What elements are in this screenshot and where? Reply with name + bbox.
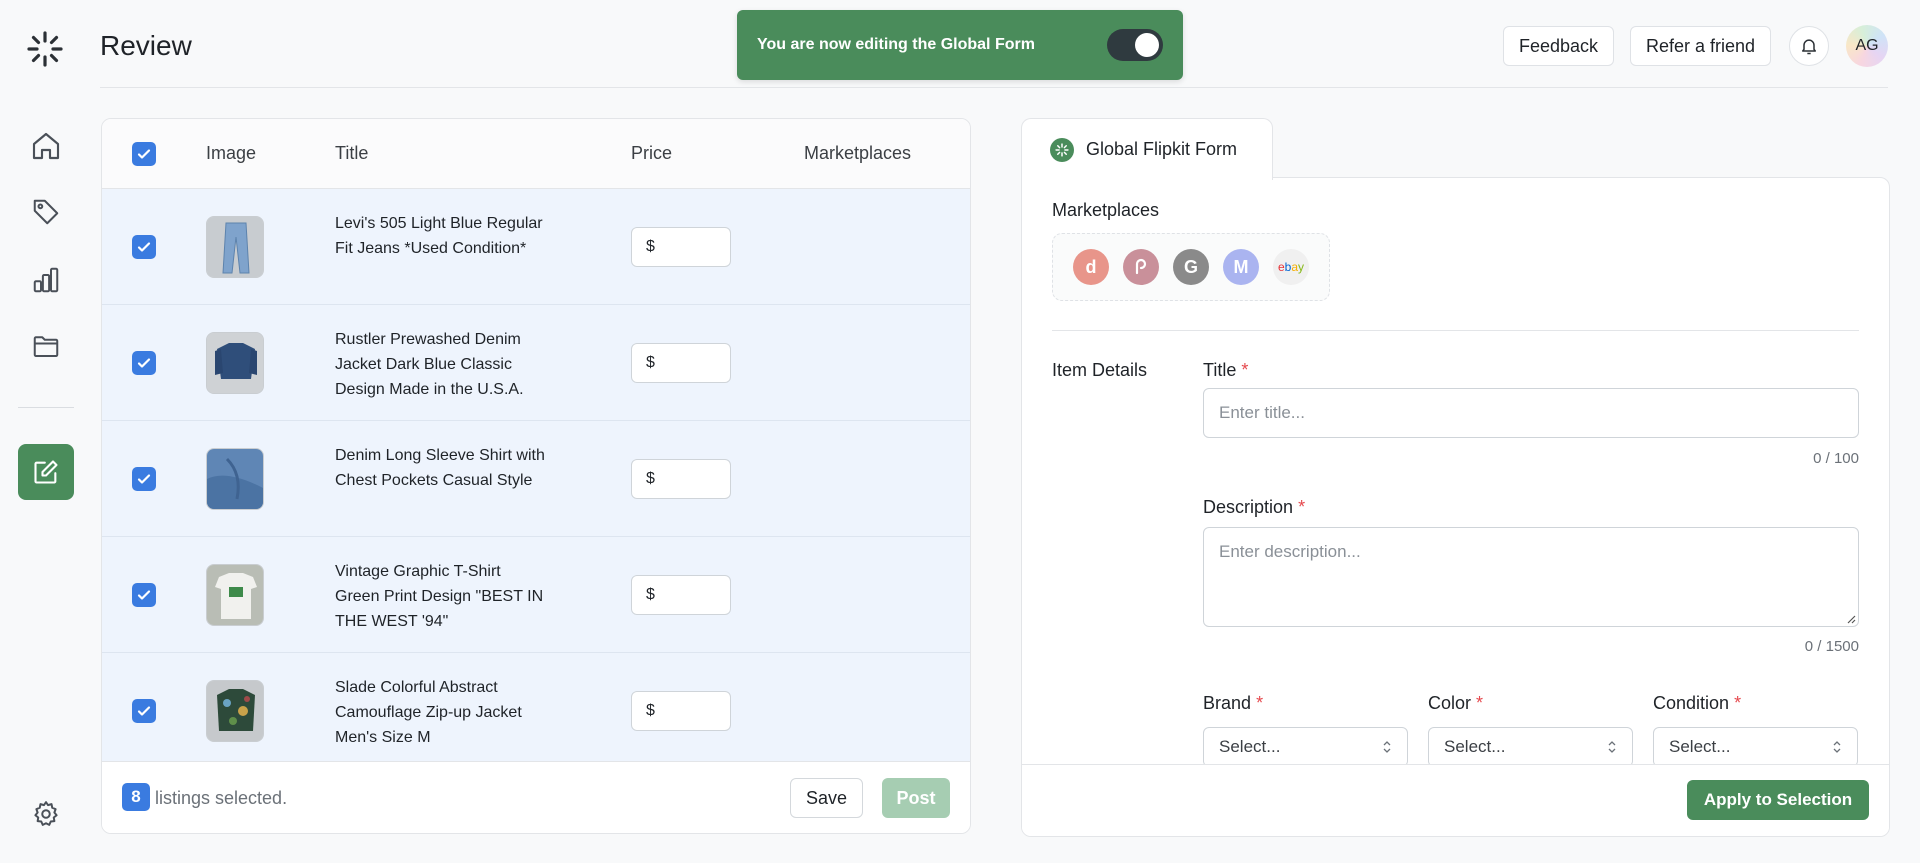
description-counter: 0 / 1500 — [1804, 638, 1859, 655]
marketplace-selector: d G M ebay — [1052, 233, 1330, 301]
global-form-toggle[interactable] — [1107, 29, 1163, 61]
global-form-panel: Marketplaces d G M ebay Item Details Tit… — [1021, 177, 1890, 837]
depop-icon[interactable]: d — [1073, 249, 1109, 285]
row-checkbox[interactable] — [132, 583, 156, 607]
table-row[interactable]: Rustler Prewashed Denim Jacket Dark Blue… — [102, 305, 970, 421]
row-title: Denim Long Sleeve Shirt with Chest Pocke… — [335, 447, 545, 489]
select-all-checkbox[interactable] — [132, 142, 156, 166]
currency-symbol: $ — [646, 702, 655, 719]
folder-icon[interactable] — [28, 328, 64, 364]
tab-global-flipkit-form[interactable]: Global Flipkit Form — [1021, 118, 1273, 180]
ebay-icon[interactable]: ebay — [1273, 249, 1309, 285]
title-counter: 0 / 100 — [1813, 450, 1859, 467]
home-icon[interactable] — [28, 128, 64, 164]
chevron-updown-icon — [1608, 741, 1616, 753]
save-button[interactable]: Save — [790, 778, 863, 818]
app-logo-icon[interactable] — [26, 30, 64, 68]
post-button[interactable]: Post — [882, 778, 950, 818]
description-input[interactable]: Enter description... — [1203, 527, 1859, 627]
bar-chart-icon[interactable] — [28, 262, 64, 298]
selected-text: listings selected. — [155, 788, 288, 808]
table-header: Image Title Price Marketplaces — [102, 119, 970, 189]
price-input[interactable]: $ — [631, 575, 731, 615]
color-select[interactable]: Select... — [1428, 727, 1633, 767]
condition-label: Condition * — [1653, 693, 1742, 713]
avatar[interactable]: AG — [1846, 25, 1888, 67]
condition-select[interactable]: Select... — [1653, 727, 1858, 767]
global-form-toast: You are now editing the Global Form — [737, 10, 1183, 80]
marketplaces-label: Marketplaces — [1052, 200, 1160, 220]
description-label: Description * — [1203, 497, 1306, 517]
row-checkbox[interactable] — [132, 235, 156, 259]
title-label: Title * — [1203, 360, 1249, 380]
price-input[interactable]: $ — [631, 459, 731, 499]
table-row[interactable]: Slade Colorful Abstract Camouflage Zip-u… — [102, 653, 970, 769]
price-input[interactable]: $ — [631, 343, 731, 383]
listings-panel: Image Title Price Marketplaces Levi's 50… — [101, 118, 971, 834]
currency-symbol: $ — [646, 470, 655, 487]
row-title: Rustler Prewashed Denim Jacket Dark Blue… — [335, 331, 524, 398]
page-title: Review — [100, 30, 192, 61]
product-image — [206, 332, 264, 394]
chevron-updown-icon — [1833, 741, 1841, 753]
header-divider — [100, 87, 1888, 88]
table-row[interactable]: Levi's 505 Light Blue Regular Fit Jeans … — [102, 189, 970, 305]
mercari-icon[interactable]: M — [1223, 249, 1259, 285]
product-image — [206, 564, 264, 626]
currency-symbol: $ — [646, 586, 655, 603]
currency-symbol: $ — [646, 354, 655, 371]
row-checkbox[interactable] — [132, 699, 156, 723]
toast-text: You are now editing the Global Form — [757, 36, 1035, 53]
refer-friend-button[interactable]: Refer a friend — [1630, 26, 1772, 66]
bell-icon[interactable] — [1789, 26, 1829, 66]
toggle-knob — [1135, 33, 1159, 57]
form-divider — [1052, 330, 1859, 331]
row-title: Slade Colorful Abstract Camouflage Zip-u… — [335, 679, 522, 746]
color-label: Color * — [1428, 693, 1484, 713]
chevron-updown-icon — [1383, 741, 1391, 753]
gear-icon[interactable] — [28, 796, 64, 832]
column-header-marketplaces: Marketplaces — [804, 143, 912, 163]
title-input[interactable]: Enter title... — [1203, 388, 1859, 438]
brand-label: Brand * — [1203, 693, 1264, 713]
product-image — [206, 680, 264, 742]
currency-symbol: $ — [646, 238, 655, 255]
column-header-image: Image — [206, 143, 257, 163]
sidebar — [0, 0, 92, 863]
listings-footer: 8 listings selected. Save Post — [102, 761, 970, 833]
price-input[interactable]: $ — [631, 691, 731, 731]
feedback-button[interactable]: Feedback — [1503, 26, 1615, 66]
price-input[interactable]: $ — [631, 227, 731, 267]
grailed-icon[interactable]: G — [1173, 249, 1209, 285]
edit-icon[interactable] — [18, 444, 74, 500]
product-image — [206, 216, 264, 278]
row-title: Levi's 505 Light Blue Regular Fit Jeans … — [335, 215, 543, 257]
selected-count-badge: 8 — [122, 783, 150, 811]
resize-grip-icon[interactable] — [1844, 612, 1856, 624]
form-footer: Apply to Selection — [1022, 764, 1889, 836]
table-row[interactable]: Vintage Graphic T-Shirt Green Print Desi… — [102, 537, 970, 653]
table-row[interactable]: Denim Long Sleeve Shirt with Chest Pocke… — [102, 421, 970, 537]
column-header-price: Price — [631, 143, 673, 163]
flipkit-logo-icon — [1050, 137, 1074, 162]
row-checkbox[interactable] — [132, 351, 156, 375]
product-image — [206, 448, 264, 510]
tag-icon[interactable] — [28, 194, 64, 230]
row-title: Vintage Graphic T-Shirt Green Print Desi… — [335, 563, 544, 630]
row-checkbox[interactable] — [132, 467, 156, 491]
tab-label: Global Flipkit Form — [1086, 139, 1238, 159]
apply-to-selection-button[interactable]: Apply to Selection — [1687, 780, 1869, 820]
brand-select[interactable]: Select... — [1203, 727, 1408, 767]
item-details-label: Item Details — [1052, 360, 1148, 380]
poshmark-icon[interactable] — [1123, 249, 1159, 285]
column-header-title: Title — [335, 143, 369, 163]
nav-divider — [18, 407, 74, 408]
